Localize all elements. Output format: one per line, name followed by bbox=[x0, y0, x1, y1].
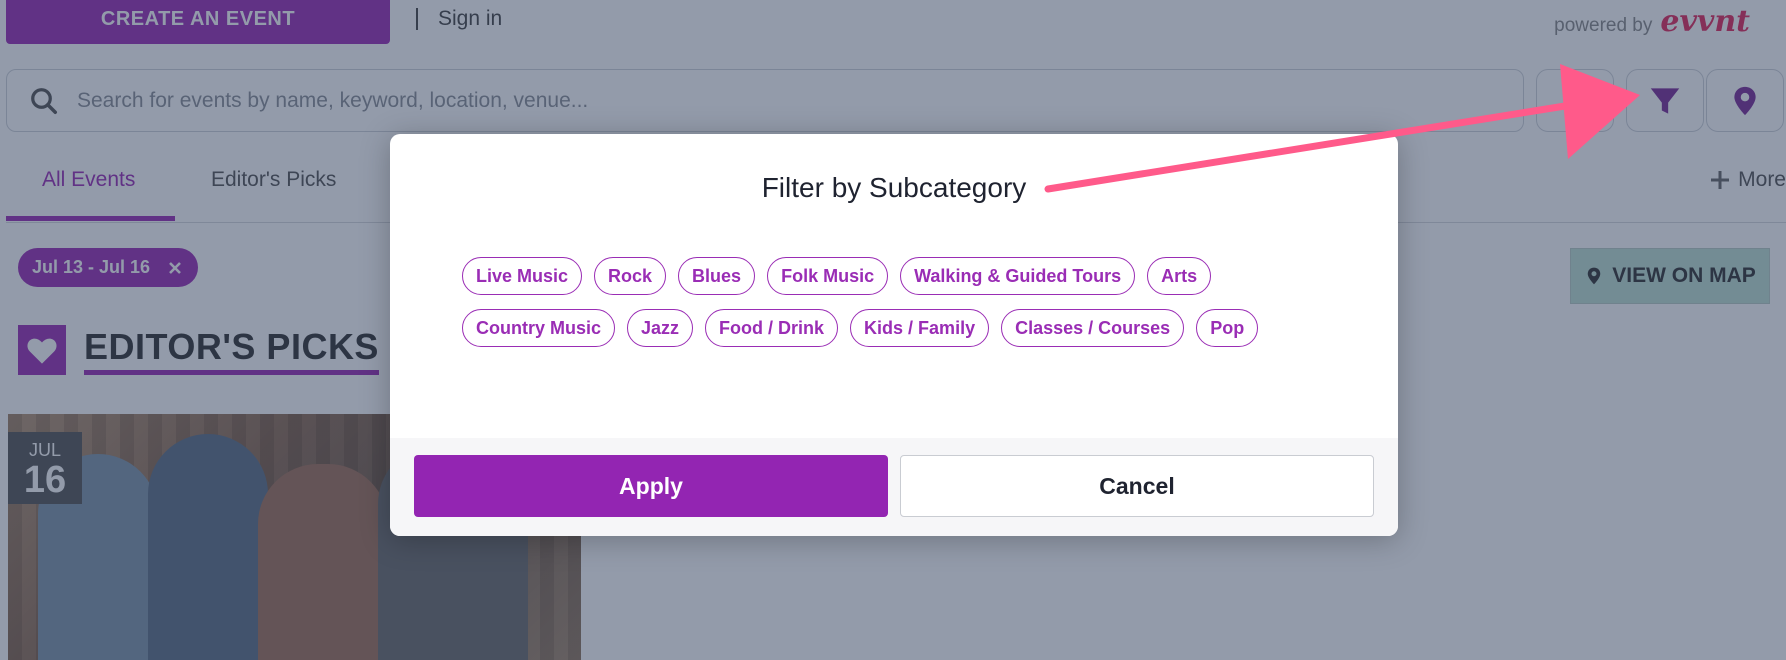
subcategory-chip[interactable]: Blues bbox=[678, 257, 756, 295]
cancel-button[interactable]: Cancel bbox=[900, 455, 1374, 517]
filter-modal: Filter by Subcategory Live Music Rock Bl… bbox=[390, 134, 1398, 536]
subcategory-chip[interactable]: Jazz bbox=[627, 309, 694, 347]
subcategory-list: Live Music Rock Blues Folk Music Walking… bbox=[462, 257, 1322, 347]
modal-footer: Apply Cancel bbox=[390, 438, 1398, 536]
subcategory-chip[interactable]: Arts bbox=[1147, 257, 1212, 295]
subcategory-chip[interactable]: Walking & Guided Tours bbox=[900, 257, 1136, 295]
subcategory-chip[interactable]: Folk Music bbox=[767, 257, 889, 295]
subcategory-chip[interactable]: Rock bbox=[594, 257, 667, 295]
apply-button[interactable]: Apply bbox=[414, 455, 888, 517]
subcategory-chip[interactable]: Pop bbox=[1196, 309, 1259, 347]
page: CREATE AN EVENT Sign in powered by evvnt… bbox=[0, 0, 1786, 660]
subcategory-chip[interactable]: Classes / Courses bbox=[1001, 309, 1185, 347]
subcategory-chip[interactable]: Kids / Family bbox=[850, 309, 990, 347]
subcategory-chip[interactable]: Live Music bbox=[462, 257, 583, 295]
modal-title: Filter by Subcategory bbox=[761, 172, 1027, 203]
subcategory-chip[interactable]: Food / Drink bbox=[705, 309, 839, 347]
subcategory-chip[interactable]: Country Music bbox=[462, 309, 616, 347]
